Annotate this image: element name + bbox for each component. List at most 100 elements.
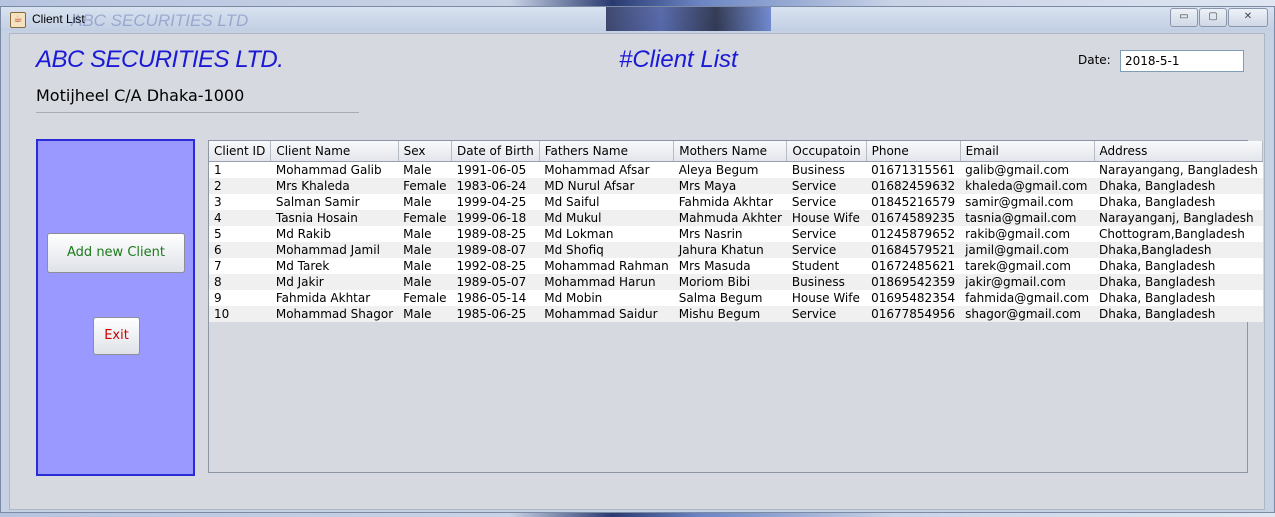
table-row[interactable]: 6 Mohammad Jamil Male 1989-08-07 Md Shofiq Ja… (209, 242, 1263, 258)
cell-fathers-name[interactable]: Md Mukul (539, 210, 674, 226)
cell-client-id[interactable]: 4 (209, 210, 271, 226)
cell-client-name[interactable]: Mrs Khaleda (270, 178, 399, 194)
cell-phone[interactable]: 01695482354 (866, 290, 961, 306)
cell-phone[interactable]: 01684579521 (866, 242, 961, 258)
cell-mothers-name[interactable]: Mrs Masuda (673, 258, 787, 274)
cell-fathers-name[interactable]: Mohammad Harun (539, 274, 674, 290)
cell-phone[interactable]: 01671315561 (866, 161, 961, 178)
cell-phone[interactable]: 01245879652 (866, 226, 961, 242)
cell-occupation[interactable]: Service (786, 226, 867, 242)
cell-occupation[interactable]: Student (786, 258, 867, 274)
cell-mothers-name[interactable]: Fahmida Akhtar (673, 194, 787, 210)
cell-address[interactable]: Dhaka,Bangladesh (1094, 242, 1263, 258)
table-row[interactable]: 4 Tasnia Hosain Female 1999-06-18 Md Mukul Ma… (209, 210, 1263, 226)
cell-sex[interactable]: Male (398, 194, 452, 210)
column-header-client-name[interactable]: Client Name (270, 141, 399, 162)
cell-client-name[interactable]: Fahmida Akhtar (270, 290, 399, 306)
cell-client-id[interactable]: 10 (209, 306, 271, 322)
cell-address[interactable]: Dhaka, Bangladesh (1094, 306, 1263, 322)
maximize-icon[interactable]: ▢ (1199, 8, 1227, 27)
cell-fathers-name[interactable]: Mohammad Rahman (539, 258, 674, 274)
add-new-client-button[interactable]: Add new Client (47, 233, 185, 273)
cell-mothers-name[interactable]: Mrs Nasrin (673, 226, 787, 242)
cell-address[interactable]: Dhaka, Bangladesh (1094, 194, 1263, 210)
cell-address[interactable]: Chottogram,Bangladesh (1094, 226, 1263, 242)
client-table-scrollpane[interactable]: Client ID Client Name Sex Date of Birth … (208, 140, 1264, 473)
cell-mothers-name[interactable]: Mrs Maya (673, 178, 787, 194)
cell-date-of-birth[interactable]: 1991-06-05 (451, 161, 540, 178)
cell-client-name[interactable]: Salman Samir (270, 194, 399, 210)
cell-client-name[interactable]: Md Rakib (270, 226, 399, 242)
cell-client-id[interactable]: 3 (209, 194, 271, 210)
cell-phone[interactable]: 01674589235 (866, 210, 961, 226)
cell-date-of-birth[interactable]: 1983-06-24 (451, 178, 540, 194)
column-header-client-id[interactable]: Client ID (209, 141, 272, 162)
cell-occupation[interactable]: Business (786, 161, 867, 178)
cell-mothers-name[interactable]: Mahmuda Akhter (673, 210, 787, 226)
cell-date-of-birth[interactable]: 1992-08-25 (451, 258, 540, 274)
table-row[interactable]: 10 Mohammad Shagor Male 1985-06-25 Mohammad … (209, 306, 1263, 322)
cell-email[interactable]: samir@gmail.com (960, 194, 1095, 210)
cell-client-name[interactable]: Tasnia Hosain (270, 210, 399, 226)
title-bar[interactable]: ☕ Client List ABC SECURITIES LTD ▭ ▢ ✕ (1, 7, 1274, 31)
cell-client-id[interactable]: 5 (209, 226, 271, 242)
close-icon[interactable]: ✕ (1228, 8, 1268, 27)
table-row[interactable]: 2 Mrs Khaleda Female 1983-06-24 MD Nurul Afs… (209, 178, 1263, 194)
cell-occupation[interactable]: House Wife (786, 210, 867, 226)
cell-client-id[interactable]: 7 (209, 258, 271, 274)
cell-date-of-birth[interactable]: 1989-08-25 (451, 226, 540, 242)
table-row[interactable]: 8 Md Jakir Male 1989-05-07 Mohammad Harun Mor… (209, 274, 1263, 290)
cell-address[interactable]: Dhaka, Bangladesh (1094, 178, 1263, 194)
cell-fathers-name[interactable]: MD Nurul Afsar (539, 178, 674, 194)
cell-email[interactable]: tarek@gmail.com (960, 258, 1095, 274)
cell-sex[interactable]: Male (398, 226, 452, 242)
cell-fathers-name[interactable]: Md Shofiq (539, 242, 674, 258)
cell-phone[interactable]: 01682459632 (866, 178, 961, 194)
cell-sex[interactable]: Male (398, 274, 452, 290)
cell-email[interactable]: fahmida@gmail.com (960, 290, 1095, 306)
cell-occupation[interactable]: Business (786, 274, 867, 290)
cell-date-of-birth[interactable]: 1986-05-14 (451, 290, 540, 306)
cell-email[interactable]: khaleda@gmail.com (960, 178, 1095, 194)
cell-phone[interactable]: 01869542359 (866, 274, 961, 290)
exit-button[interactable]: Exit (93, 317, 140, 355)
cell-address[interactable]: Narayangang, Bangladesh (1094, 161, 1263, 178)
cell-client-name[interactable]: Mohammad Galib (270, 161, 399, 178)
cell-email[interactable]: jamil@gmail.com (960, 242, 1095, 258)
table-row[interactable]: 9 Fahmida Akhtar Female 1986-05-14 Md Mobin S… (209, 290, 1263, 306)
cell-date-of-birth[interactable]: 1985-06-25 (451, 306, 540, 322)
cell-address[interactable]: Dhaka, Bangladesh (1094, 290, 1263, 306)
cell-client-name[interactable]: Md Jakir (270, 274, 399, 290)
cell-date-of-birth[interactable]: 1989-08-07 (451, 242, 540, 258)
column-header-sex[interactable]: Sex (398, 141, 453, 162)
cell-occupation[interactable]: Service (786, 194, 867, 210)
column-header-email[interactable]: Email (960, 141, 1095, 162)
cell-email[interactable]: galib@gmail.com (960, 161, 1095, 178)
cell-occupation[interactable]: Service (786, 306, 867, 322)
cell-client-id[interactable]: 8 (209, 274, 271, 290)
cell-mothers-name[interactable]: Moriom Bibi (673, 274, 787, 290)
cell-fathers-name[interactable]: Md Saiful (539, 194, 674, 210)
cell-client-name[interactable]: Md Tarek (270, 258, 399, 274)
column-header-fathers-name[interactable]: Fathers Name (539, 141, 675, 162)
column-header-date-of-birth[interactable]: Date of Birth (451, 141, 540, 162)
cell-mothers-name[interactable]: Aleya Begum (673, 161, 787, 178)
cell-phone[interactable]: 01677854956 (866, 306, 961, 322)
cell-mothers-name[interactable]: Salma Begum (673, 290, 787, 306)
cell-client-name[interactable]: Mohammad Shagor (270, 306, 399, 322)
cell-sex[interactable]: Male (398, 242, 452, 258)
cell-fathers-name[interactable]: Md Mobin (539, 290, 674, 306)
cell-sex[interactable]: Male (398, 306, 452, 322)
cell-client-id[interactable]: 1 (209, 161, 271, 178)
minimize-icon[interactable]: ▭ (1170, 8, 1198, 27)
cell-occupation[interactable]: Service (786, 178, 867, 194)
cell-email[interactable]: shagor@gmail.com (960, 306, 1095, 322)
table-row[interactable]: 1 Mohammad Galib Male 1991-06-05 Mohammad Af… (209, 161, 1263, 178)
cell-address[interactable]: Dhaka, Bangladesh (1094, 274, 1263, 290)
cell-sex[interactable]: Female (398, 210, 452, 226)
cell-sex[interactable]: Female (398, 290, 452, 306)
table-row[interactable]: 7 Md Tarek Male 1992-08-25 Mohammad Rahman Mr… (209, 258, 1263, 274)
cell-date-of-birth[interactable]: 1999-06-18 (451, 210, 540, 226)
cell-address[interactable]: Narayanganj, Bangladesh (1094, 210, 1263, 226)
cell-address[interactable]: Dhaka, Bangladesh (1094, 258, 1263, 274)
